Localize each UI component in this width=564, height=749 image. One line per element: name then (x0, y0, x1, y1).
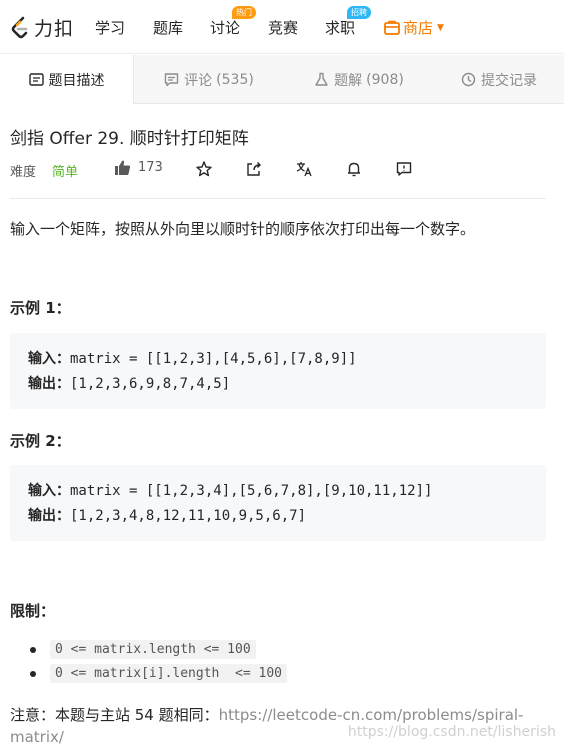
example-1-output: [1,2,3,6,9,8,7,4,5] (70, 376, 231, 392)
clock-icon (461, 72, 476, 87)
problem-meta: 难度 简单 173 (10, 159, 546, 181)
output-label: 输出： (28, 376, 70, 392)
example-2-box: 输入：matrix = [[1,2,3,4],[5,6,7,8],[9,10,1… (10, 465, 546, 541)
tab-solutions[interactable]: 题解 (908) (284, 55, 434, 104)
top-navbar: 力扣 学习 题库 讨论 热门 竞赛 求职 招聘 商店 ▼ (0, 0, 564, 54)
example-2-output-line: 输出：[1,2,3,4,8,12,11,10,9,5,6,7] (28, 504, 528, 529)
difficulty-label: 难度 (10, 165, 37, 180)
tab-comments-count: (535) (216, 71, 254, 88)
nav-learn[interactable]: 学习 (95, 17, 125, 38)
input-label: 输入： (28, 351, 70, 367)
like-button[interactable]: 173 (114, 159, 163, 176)
example-1-input: matrix = [[1,2,3],[4,5,6],[7,8,9]] (70, 351, 357, 367)
example-1-title: 示例 1： (10, 299, 71, 317)
logo-text: 力扣 (34, 18, 75, 40)
input-label: 输入： (28, 483, 70, 499)
tab-submissions-label: 提交记录 (481, 72, 537, 89)
nav-store[interactable]: 商店 ▼ (384, 17, 444, 38)
logo[interactable]: 力扣 (10, 14, 74, 41)
share-icon[interactable] (245, 160, 263, 178)
tab-submissions[interactable]: 提交记录 (434, 55, 564, 104)
hire-badge: 招聘 (347, 6, 372, 19)
nav-problemset[interactable]: 题库 (153, 17, 183, 38)
limit-item: 0 <= matrix[i].length <= 100 (30, 664, 287, 683)
store-bag-icon (384, 20, 400, 35)
output-label: 输出： (28, 508, 70, 524)
chevron-down-icon: ▼ (437, 22, 444, 33)
problem-tabs: 题目描述 评论 (535) 题解 (908) 提交记录 (0, 55, 564, 104)
nav-contest[interactable]: 竞赛 (268, 17, 298, 38)
problem-description: 输入一个矩阵，按照从外向里以顺时针的顺序依次打印出每一个数字。 (10, 220, 476, 238)
tab-solutions-count: (908) (366, 71, 404, 88)
nav-discuss-label: 讨论 (210, 19, 241, 37)
tab-description[interactable]: 题目描述 (0, 55, 134, 104)
limit-item: 0 <= matrix.length <= 100 (30, 640, 256, 659)
tab-solutions-label: 题解 (334, 72, 363, 89)
like-count: 173 (138, 160, 163, 175)
comment-icon (164, 73, 179, 87)
bell-icon[interactable] (345, 160, 363, 178)
hot-badge: 热门 (232, 6, 257, 19)
bullet (30, 646, 36, 653)
tab-comments[interactable]: 评论 (535) (134, 55, 284, 104)
flask-icon (315, 72, 328, 86)
limits-title: 限制： (10, 602, 56, 620)
difficulty-value: 简单 (52, 165, 79, 180)
feedback-icon[interactable] (395, 160, 413, 178)
limit-text: 0 <= matrix[i].length <= 100 (50, 664, 287, 683)
thumbs-up-icon (115, 160, 131, 175)
divider (10, 198, 546, 199)
example-1-output-line: 输出：[1,2,3,6,9,8,7,4,5] (28, 372, 528, 397)
description-icon (28, 73, 44, 86)
star-icon[interactable] (195, 160, 213, 178)
example-1-box: 输入：matrix = [[1,2,3],[4,5,6],[7,8,9]] 输出… (10, 333, 546, 409)
nav-discuss[interactable]: 讨论 热门 (210, 6, 257, 38)
limit-text: 0 <= matrix.length <= 100 (50, 640, 256, 659)
tab-comments-label: 评论 (184, 72, 213, 89)
watermark: https://blog.csdn.net/lisherish (347, 724, 556, 740)
nav-jobs-label: 求职 (325, 19, 356, 37)
example-2-input-line: 输入：matrix = [[1,2,3,4],[5,6,7,8],[9,10,1… (28, 479, 528, 504)
example-2-output: [1,2,3,4,8,12,11,10,9,5,6,7] (70, 508, 307, 524)
note-text: 注意：本题与主站 54 题相同： (10, 706, 219, 724)
example-1-input-line: 输入：matrix = [[1,2,3],[4,5,6],[7,8,9]] (28, 347, 528, 372)
translate-icon[interactable] (295, 160, 313, 178)
example-2-title: 示例 2： (10, 432, 71, 450)
bullet (30, 670, 36, 677)
nav-jobs[interactable]: 求职 招聘 (325, 6, 372, 38)
example-2-input: matrix = [[1,2,3,4],[5,6,7,8],[9,10,11,1… (70, 483, 433, 499)
leetcode-logo-icon (11, 16, 28, 38)
problem-title: 剑指 Offer 29. 顺时针打印矩阵 (10, 129, 249, 149)
tab-description-label: 题目描述 (48, 72, 105, 89)
nav-store-label: 商店 (403, 19, 434, 37)
